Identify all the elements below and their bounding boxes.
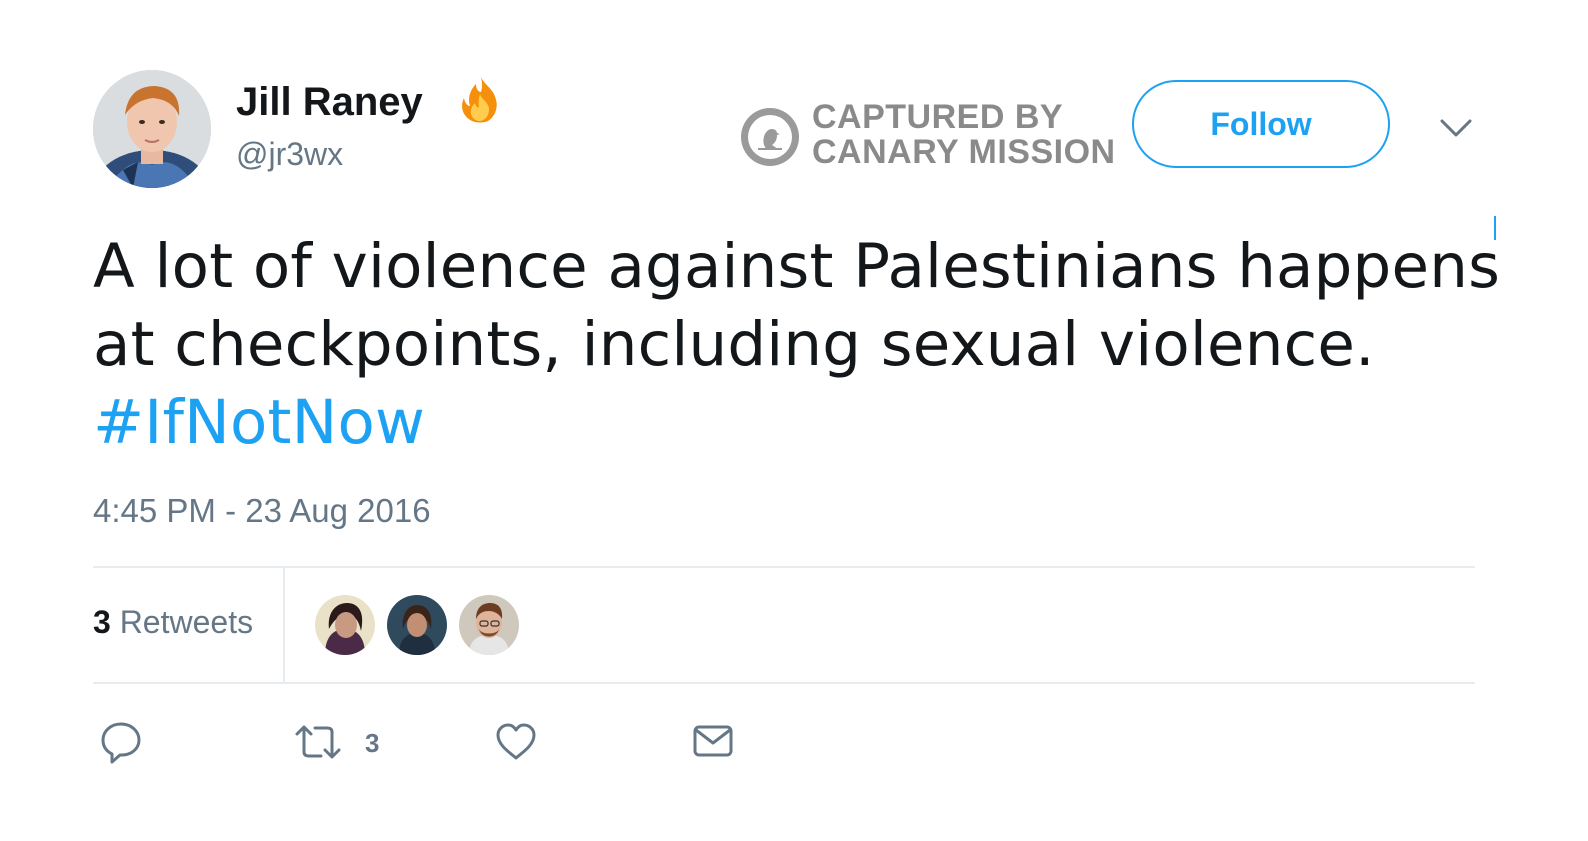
retweets-stat[interactable]: 3 Retweets [93, 604, 253, 641]
canary-mission-watermark: CAPTURED BY CANARY MISSION [740, 100, 1120, 170]
retweeter-avatar[interactable] [387, 595, 447, 655]
direct-message-button[interactable] [692, 720, 734, 764]
fire-icon [452, 70, 508, 126]
retweet-icon [295, 725, 341, 759]
chevron-down-icon[interactable] [1436, 110, 1476, 146]
follow-button[interactable]: Follow [1132, 80, 1390, 168]
stats-divider-top [93, 566, 1475, 568]
tweet-card: Jill Raney @jr3wx CAPTURED BY CANARY MIS… [0, 0, 1588, 841]
retweet-button[interactable]: 3 [293, 720, 383, 764]
like-button[interactable] [495, 720, 537, 764]
author-avatar[interactable] [93, 70, 211, 188]
stats-separator [283, 568, 285, 682]
canary-bird-icon [741, 108, 799, 166]
tweet-timestamp[interactable]: 4:45 PM - 23 Aug 2016 [93, 492, 431, 530]
stats-divider-bottom [93, 682, 1475, 684]
watermark-line2: CANARY MISSION [812, 133, 1116, 171]
retweeter-avatar[interactable] [459, 595, 519, 655]
retweets-count: 3 [93, 604, 111, 640]
tweet-text-line2: at checkpoints, including sexual violenc… [93, 309, 1375, 380]
tweet-text: A lot of violence against Palestinians h… [93, 228, 1513, 462]
watermark-line1: CAPTURED BY [812, 98, 1064, 136]
author-display-name[interactable]: Jill Raney [236, 80, 423, 125]
retweets-label: Retweets [119, 604, 254, 640]
reply-button[interactable] [100, 720, 142, 764]
retweeter-avatar[interactable] [315, 595, 375, 655]
heart-icon [496, 723, 536, 760]
retweet-action-count: 3 [365, 728, 380, 758]
author-screen-name[interactable]: @jr3wx [236, 136, 343, 173]
reply-icon [101, 722, 141, 764]
tweet-text-line1: A lot of violence against Palestinians h… [93, 231, 1501, 302]
envelope-icon [693, 725, 733, 757]
watermark-text: CAPTURED BY CANARY MISSION [812, 100, 1116, 170]
hashtag-link[interactable]: #IfNotNow [93, 384, 425, 462]
